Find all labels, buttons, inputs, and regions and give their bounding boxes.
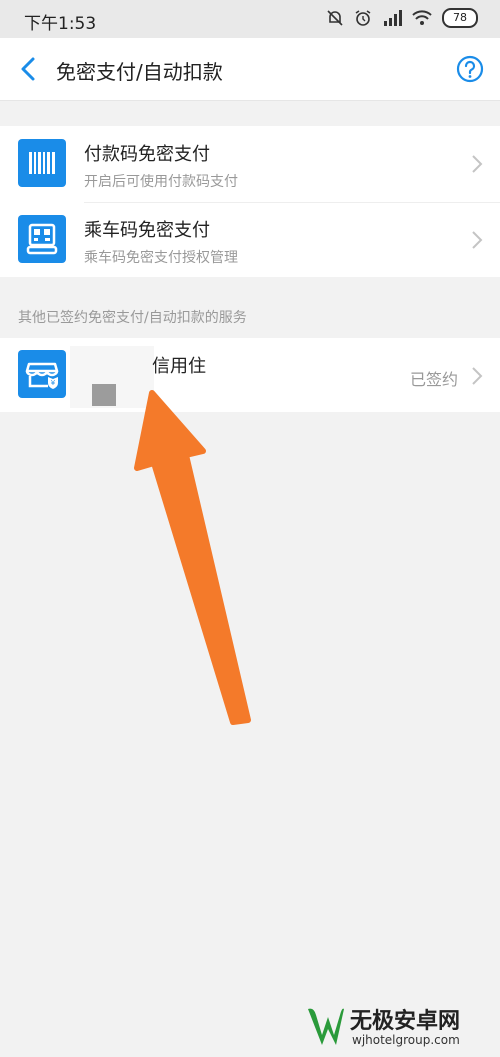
annotation-arrow	[134, 390, 251, 725]
watermark-url: wjhotelgroup.com	[352, 1033, 460, 1047]
watermark: 无极安卓网 wjhotelgroup.com	[300, 997, 500, 1057]
watermark-logo-icon	[308, 1008, 344, 1045]
watermark-title: 无极安卓网	[350, 1009, 461, 1034]
